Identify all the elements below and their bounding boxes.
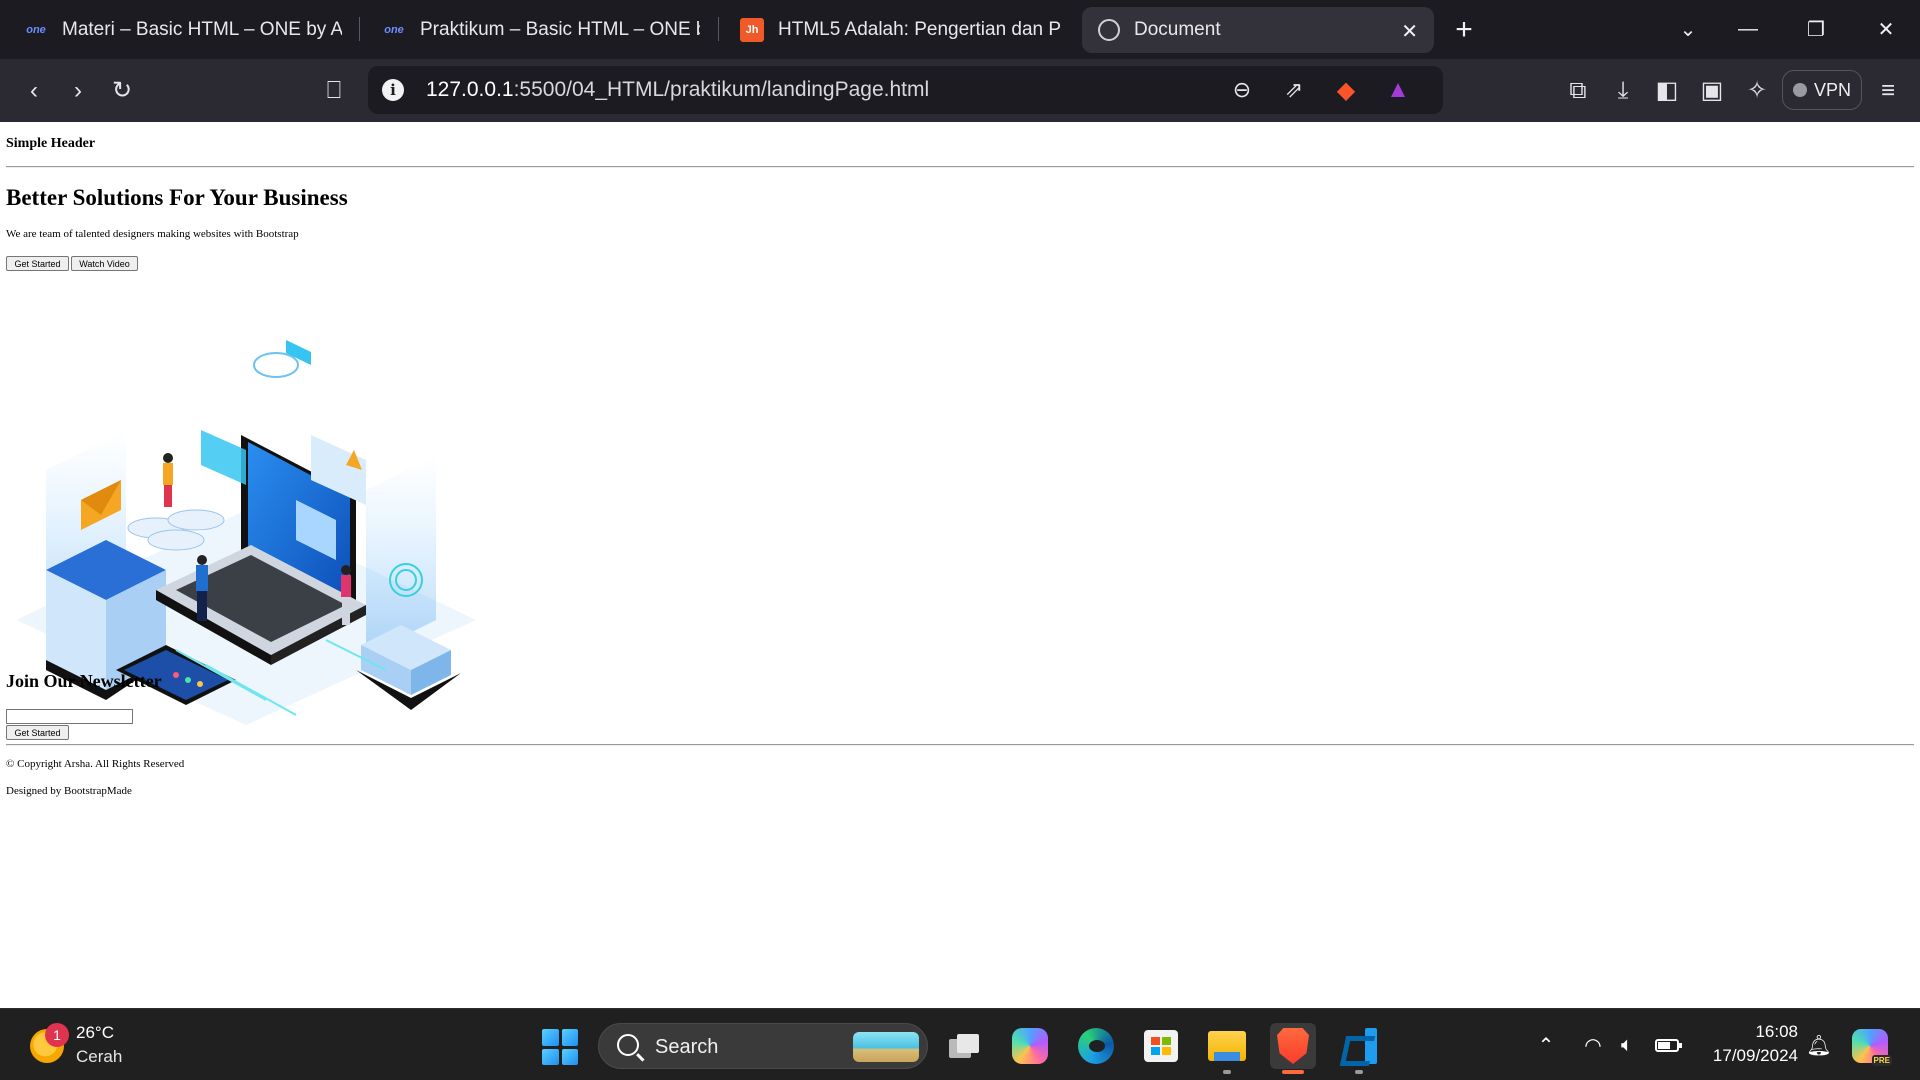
- weather-condition: Cerah: [76, 1047, 123, 1066]
- battery-button[interactable]: [1652, 1031, 1682, 1059]
- windows-start-icon[interactable]: [542, 1029, 578, 1065]
- tab-html5[interactable]: Jh HTML5 Adalah: Pengertian dan Perb: [740, 7, 1062, 53]
- footer-divider: [6, 744, 1914, 746]
- header-divider: [6, 166, 1914, 168]
- url-host: 127.0.0.1: [426, 78, 514, 101]
- search-highlight-island-icon: [853, 1032, 919, 1062]
- wifi-icon[interactable]: ◠: [1580, 1031, 1606, 1059]
- brave-button[interactable]: [1270, 1023, 1316, 1074]
- close-tab-icon[interactable]: ✕: [1401, 19, 1418, 44]
- url-text[interactable]: 127.0.0.1:5500/04_HTML/praktikum/landing…: [426, 78, 929, 102]
- windows-taskbar: 1 26°C Cerah Search ⌃ ◠ 🔈︎ 16:08 17/09/2…: [0, 1008, 1920, 1080]
- copyright-text: © Copyright Arsha. All Rights Reserved: [6, 758, 185, 770]
- volume-icon[interactable]: 🔈︎: [1614, 1031, 1640, 1059]
- tab-title: Document: [1134, 19, 1221, 40]
- designed-by-text: Designed by BootstrapMade: [6, 785, 132, 797]
- minimize-icon[interactable]: —: [1718, 0, 1778, 59]
- tab-praktikum[interactable]: one Praktikum – Basic HTML – ONE by A: [382, 7, 700, 53]
- battery-icon: [1655, 1038, 1682, 1052]
- clock-time[interactable]: 16:08: [1755, 1022, 1798, 1042]
- close-window-icon[interactable]: ✕: [1856, 0, 1916, 59]
- hero-title: Better Solutions For Your Business: [6, 185, 348, 210]
- vpn-label: VPN: [1813, 79, 1851, 100]
- taskbar-search[interactable]: Search: [598, 1023, 928, 1069]
- reload-icon[interactable]: ↻: [100, 59, 144, 122]
- wallet-icon[interactable]: ▣: [1690, 59, 1734, 122]
- task-view-button[interactable]: [941, 1023, 987, 1069]
- tab-document[interactable]: Document ✕: [1082, 7, 1434, 53]
- hero-illustration: [16, 340, 476, 725]
- tab-materi[interactable]: one Materi – Basic HTML – ONE by Alter: [24, 7, 342, 53]
- zoom-out-icon[interactable]: ⊖: [1226, 74, 1258, 106]
- sidebar-icon[interactable]: ◧: [1645, 59, 1689, 122]
- bookmark-icon[interactable]: ⎕: [312, 59, 356, 122]
- newsletter-title: Join Our Newsletter: [6, 671, 162, 691]
- folder-icon: [1208, 1031, 1246, 1061]
- tab-title: Praktikum – Basic HTML – ONE by A: [420, 19, 700, 40]
- share-icon[interactable]: ⇗: [1278, 74, 1310, 106]
- address-bar[interactable]: i 127.0.0.1:5500/04_HTML/praktikum/landi…: [368, 66, 1443, 114]
- edge-icon: [1078, 1028, 1114, 1064]
- tab-strip: one Materi – Basic HTML – ONE by Alter o…: [0, 0, 1920, 59]
- search-icon: [617, 1034, 639, 1056]
- new-tab-button[interactable]: +: [1434, 0, 1494, 59]
- tab-list-chevron-icon[interactable]: ⌄: [1658, 0, 1718, 59]
- vpn-status-icon: [1792, 83, 1807, 97]
- simple-header: Simple Header: [6, 136, 96, 151]
- copilot-button[interactable]: [1007, 1023, 1053, 1069]
- newsletter-email-input[interactable]: [6, 709, 133, 724]
- running-indicator: [1282, 1070, 1304, 1074]
- chevron-up-icon[interactable]: ⌃: [1534, 1031, 1558, 1059]
- copilot-preview-icon[interactable]: PRE: [1852, 1029, 1892, 1066]
- person-woman-top: [163, 453, 173, 507]
- jh-favicon-icon: Jh: [740, 18, 764, 42]
- leo-ai-icon[interactable]: ✧: [1735, 59, 1779, 122]
- running-indicator: [1355, 1070, 1363, 1074]
- menu-icon[interactable]: ≡: [1866, 59, 1910, 122]
- file-explorer-button[interactable]: [1204, 1023, 1250, 1074]
- copilot-icon: [1012, 1028, 1048, 1064]
- url-path: :5500/04_HTML/praktikum/landingPage.html: [513, 78, 930, 101]
- vscode-icon: [1341, 1028, 1377, 1064]
- edge-button[interactable]: [1073, 1023, 1119, 1069]
- vpn-button[interactable]: VPN: [1782, 70, 1862, 110]
- store-button[interactable]: [1138, 1023, 1184, 1069]
- get-started-button[interactable]: Get Started: [6, 256, 69, 271]
- tab-title: HTML5 Adalah: Pengertian dan Perb: [778, 19, 1062, 40]
- web-page: Simple Header Better Solutions For Your …: [0, 122, 1920, 1008]
- restore-icon[interactable]: ❐: [1786, 0, 1846, 59]
- hero-subtitle: We are team of talented designers making…: [6, 228, 299, 240]
- newsletter-get-started-button[interactable]: Get Started: [6, 725, 69, 740]
- watch-video-button[interactable]: Watch Video: [71, 256, 138, 271]
- vscode-button[interactable]: [1336, 1023, 1382, 1074]
- tab-separator: [718, 17, 719, 41]
- one-favicon-icon: one: [26, 24, 46, 36]
- microsoft-store-icon: [1144, 1030, 1178, 1062]
- brave-rewards-icon[interactable]: ▲: [1382, 74, 1414, 106]
- notification-bell-icon[interactable]: 🔔︎: [1806, 1031, 1832, 1059]
- download-icon[interactable]: ⤓: [1601, 59, 1645, 122]
- notification-badge: 1: [45, 1023, 69, 1047]
- brave-icon: [1277, 1028, 1309, 1064]
- forward-icon[interactable]: ›: [56, 59, 100, 122]
- task-view-icon: [949, 1034, 979, 1058]
- tab-separator: [359, 17, 360, 41]
- extensions-icon[interactable]: ⧉: [1556, 59, 1600, 122]
- navigation-toolbar: ‹ › ↻ ⎕ i 127.0.0.1:5500/04_HTML/praktik…: [0, 59, 1920, 122]
- running-indicator: [1223, 1070, 1231, 1074]
- back-icon[interactable]: ‹: [12, 59, 56, 122]
- pre-badge: PRE: [1871, 1055, 1892, 1066]
- tab-title: Materi – Basic HTML – ONE by Alter: [62, 19, 342, 40]
- weather-temperature: 26°C: [76, 1023, 114, 1042]
- site-info-icon[interactable]: i: [382, 79, 404, 101]
- clock-date[interactable]: 17/09/2024: [1713, 1046, 1798, 1066]
- one-favicon-icon: one: [384, 24, 404, 36]
- search-label: Search: [655, 1036, 719, 1058]
- globe-icon: [1098, 19, 1120, 41]
- brave-shields-icon[interactable]: ◆: [1330, 74, 1362, 106]
